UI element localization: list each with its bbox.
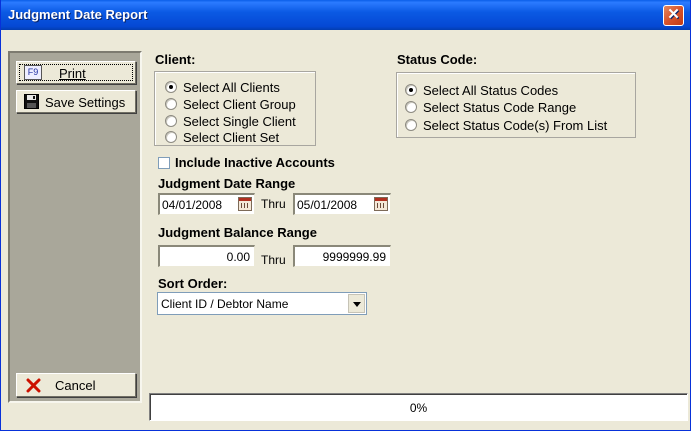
window-title: Judgment Date Report <box>8 7 148 22</box>
print-button[interactable]: F9 Print <box>16 61 136 84</box>
date-to-field[interactable]: 05/01/2008 <box>293 193 391 215</box>
date-from-field[interactable]: 04/01/2008 <box>158 193 255 215</box>
sort-order-dropdown[interactable]: Client ID / Debtor Name <box>157 292 367 315</box>
radio-button[interactable] <box>405 119 417 131</box>
radio-button[interactable] <box>165 131 177 143</box>
chevron-down-icon[interactable] <box>348 294 365 313</box>
radio-all-status-codes[interactable]: Select All Status Codes <box>405 82 558 98</box>
radio-label: Select Status Code Range <box>423 99 577 115</box>
balance-from-field[interactable]: 0.00 <box>158 245 255 267</box>
include-inactive-checkbox[interactable] <box>158 157 170 169</box>
radio-button[interactable] <box>165 81 177 93</box>
balance-from-value: 0.00 <box>226 250 250 264</box>
date-to-value: 05/01/2008 <box>297 198 358 212</box>
radio-label: Select Client Set <box>183 129 280 145</box>
radio-status-code-range[interactable]: Select Status Code Range <box>405 99 576 115</box>
judgment-date-range-label: Judgment Date Range <box>158 176 296 191</box>
radio-label: Select Client Group <box>183 96 296 112</box>
close-button[interactable]: ✕ <box>663 5 684 26</box>
radio-button[interactable] <box>165 115 177 127</box>
sort-order-value: Client ID / Debtor Name <box>161 297 289 311</box>
f9-key-icon: F9 <box>24 65 42 80</box>
judgment-balance-range-label: Judgment Balance Range <box>158 225 317 240</box>
radio-label: Select All Clients <box>183 79 280 95</box>
progress-bar: 0% <box>149 393 688 421</box>
include-inactive-label[interactable]: Include Inactive Accounts <box>175 155 335 170</box>
title-bar: Judgment Date Report ✕ <box>1 0 690 30</box>
close-icon: ✕ <box>667 6 680 23</box>
sort-order-label: Sort Order: <box>158 276 228 291</box>
save-settings-label: Save Settings <box>45 95 126 110</box>
calendar-icon[interactable] <box>238 197 252 211</box>
radio-all-clients[interactable]: Select All Clients <box>165 79 280 95</box>
radio-client-group[interactable]: Select Client Group <box>165 96 296 112</box>
radio-client-set[interactable]: Select Client Set <box>165 129 279 145</box>
radio-button[interactable] <box>405 101 417 113</box>
cancel-label: Cancel <box>55 378 96 393</box>
radio-label: Select All Status Codes <box>423 82 559 98</box>
floppy-disk-icon <box>24 94 39 109</box>
radio-label: Select Status Code(s) From List <box>423 117 608 133</box>
action-sidebar: F9 Print Save Settings Cancel <box>8 51 142 403</box>
report-window: Judgment Date Report ✕ F9 Print Save Set… <box>0 0 691 431</box>
radio-button[interactable] <box>405 84 417 96</box>
calendar-icon[interactable] <box>374 197 388 211</box>
cancel-button[interactable]: Cancel <box>16 373 136 397</box>
balance-to-field[interactable]: 9999999.99 <box>293 245 391 267</box>
status-code-label: Status Code: <box>397 52 478 67</box>
progress-text: 0% <box>409 401 428 415</box>
radio-single-client[interactable]: Select Single Client <box>165 113 296 129</box>
balance-thru-label: Thru <box>261 253 286 267</box>
client-label: Client: <box>155 52 196 67</box>
print-label: Print <box>59 66 86 81</box>
red-x-icon <box>26 378 41 393</box>
date-thru-label: Thru <box>261 197 286 211</box>
radio-status-codes-from-list[interactable]: Select Status Code(s) From List <box>405 117 607 133</box>
balance-to-value: 9999999.99 <box>322 250 386 264</box>
date-from-value: 04/01/2008 <box>162 198 223 212</box>
radio-label: Select Single Client <box>183 113 296 129</box>
radio-button[interactable] <box>165 98 177 110</box>
save-settings-button[interactable]: Save Settings <box>16 90 136 113</box>
